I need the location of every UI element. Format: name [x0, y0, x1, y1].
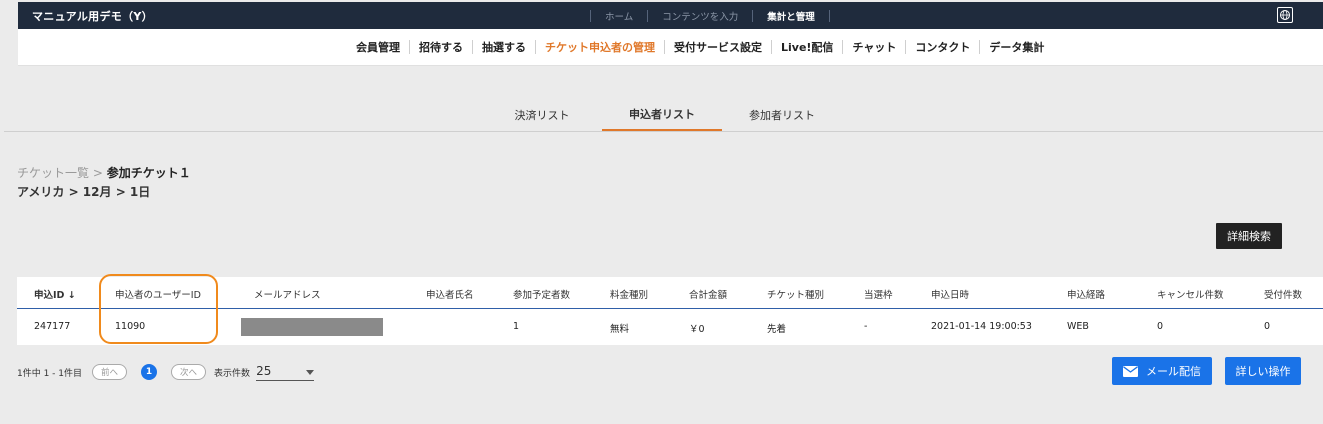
- top-nav-separator: [828, 9, 830, 22]
- header-application-date: 申込日時: [931, 290, 970, 301]
- subnav-contact[interactable]: コンタクト: [906, 39, 979, 55]
- breadcrumb-current: 参加チケット１: [106, 166, 191, 180]
- header-winning-slot: 当選枠: [864, 290, 893, 301]
- header-participants: 参加予定者数: [513, 290, 571, 301]
- cell-total-amount: ￥0: [689, 324, 705, 335]
- breadcrumb-path: アメリカ > 12月 > 1日: [17, 185, 151, 199]
- mail-delivery-button[interactable]: メール配信: [1112, 357, 1212, 385]
- subnav-member-management[interactable]: 会員管理: [347, 39, 409, 55]
- subnav-lottery[interactable]: 抽選する: [473, 39, 535, 55]
- header-email: メールアドレス: [254, 290, 321, 301]
- cell-ticket-type: 先着: [767, 324, 787, 335]
- subnav-invite[interactable]: 招待する: [410, 39, 472, 55]
- cell-winning-slot: -: [864, 321, 868, 332]
- top-nav: ホーム コンテンツを入力 集計と管理: [590, 2, 830, 29]
- cell-participants: 1: [513, 321, 520, 332]
- top-nav-content-input[interactable]: コンテンツを入力: [648, 9, 752, 23]
- cell-channel: WEB: [1067, 321, 1089, 332]
- list-tabs: 決済リスト 申込者リスト 参加者リスト: [4, 99, 1323, 132]
- header-total-amount: 合計金額: [689, 290, 728, 301]
- subnav-chat[interactable]: チャット: [843, 39, 905, 55]
- prev-page-button[interactable]: 前へ: [92, 364, 128, 380]
- mail-icon: [1123, 365, 1138, 377]
- breadcrumb: チケット一覧 > 参加チケット１: [17, 164, 191, 181]
- redacted-email: [241, 318, 383, 336]
- advanced-search-button[interactable]: 詳細検索: [1216, 223, 1282, 249]
- globe-icon[interactable]: [1277, 7, 1293, 23]
- header-cancel-count: キャンセル件数: [1157, 290, 1224, 301]
- header-channel: 申込経路: [1067, 290, 1106, 301]
- breadcrumb-separator: >: [89, 166, 107, 180]
- tab-participant-list[interactable]: 参加者リスト: [722, 99, 842, 130]
- cell-fee-type: 無料: [610, 324, 630, 335]
- caret-down-icon: [306, 364, 315, 378]
- header-name: 申込者氏名: [426, 290, 474, 301]
- user-id-highlight: [99, 274, 218, 344]
- tab-payment-list[interactable]: 決済リスト: [482, 99, 602, 130]
- header-application-id[interactable]: 申込ID ↓: [34, 287, 76, 301]
- app-title: マニュアル用デモ（Y）: [32, 10, 153, 23]
- pagination: 1件中 1 - 1件目 前へ 1 次へ 表示件数 25: [17, 362, 315, 382]
- per-page-select[interactable]: 25: [256, 363, 315, 381]
- top-bar: マニュアル用デモ（Y） ホーム コンテンツを入力 集計と管理: [18, 2, 1323, 29]
- subnav-data-aggregation[interactable]: データ集計: [980, 39, 1053, 55]
- header-ticket-type: チケット種別: [767, 290, 825, 301]
- cell-application-date: 2021-01-14 19:00:53: [931, 321, 1032, 332]
- per-page-value: 25: [256, 363, 272, 378]
- next-page-button[interactable]: 次へ: [171, 364, 207, 380]
- detailed-operations-button[interactable]: 詳しい操作: [1225, 357, 1301, 385]
- pager-summary: 1件中 1 - 1件目: [17, 368, 83, 379]
- header-accept-count: 受付件数: [1264, 290, 1303, 301]
- tab-applicant-list[interactable]: 申込者リスト: [602, 99, 722, 131]
- cell-accept-count: 0: [1264, 321, 1271, 332]
- page-number-current[interactable]: 1: [141, 364, 158, 380]
- header-fee-type: 料金種別: [610, 290, 649, 301]
- subnav-ticket-applicants[interactable]: チケット申込者の管理: [536, 39, 664, 55]
- per-page-label: 表示件数: [214, 368, 251, 379]
- cell-application-id[interactable]: 247177: [34, 321, 70, 332]
- subnav-reception-settings[interactable]: 受付サービス設定: [665, 39, 771, 55]
- breadcrumb-ticket-list-link[interactable]: チケット一覧: [17, 166, 89, 180]
- sub-nav: 会員管理 招待する 抽選する チケット申込者の管理 受付サービス設定 Live!…: [18, 29, 1323, 66]
- top-nav-aggregate-manage[interactable]: 集計と管理: [753, 9, 829, 23]
- cell-cancel-count: 0: [1157, 321, 1164, 332]
- subnav-live[interactable]: Live!配信: [772, 39, 842, 55]
- top-nav-home[interactable]: ホーム: [591, 9, 647, 23]
- mail-delivery-label: メール配信: [1146, 365, 1201, 378]
